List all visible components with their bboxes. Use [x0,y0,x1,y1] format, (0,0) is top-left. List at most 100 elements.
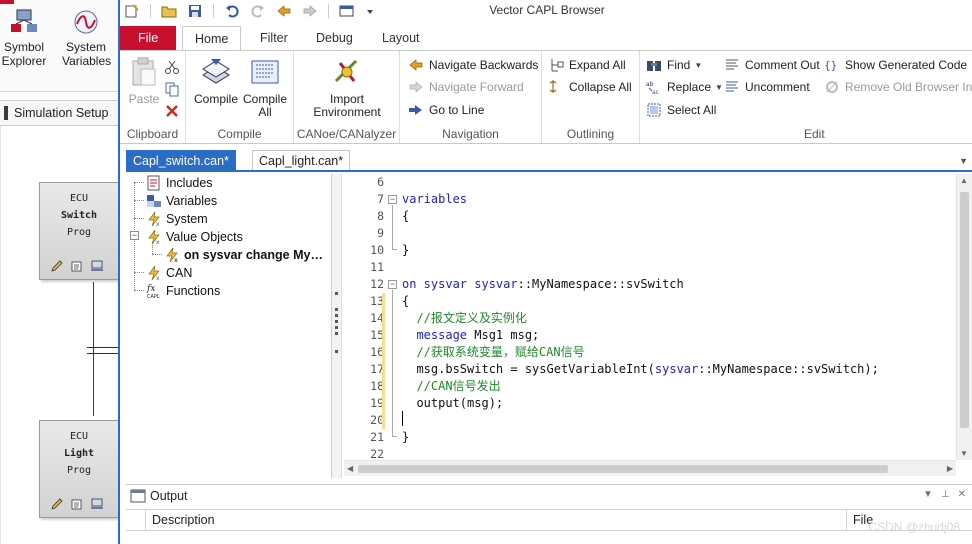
undo-icon[interactable] [224,3,240,19]
show-generated-code-button[interactable]: {} Show Generated Code [824,55,967,75]
uncomment-button[interactable]: Uncomment [724,77,810,97]
import-environment-button[interactable]: Import Environment [306,55,388,119]
line-number: 9 [377,226,384,240]
tree-item-functions[interactable]: fx CAPL Functions [146,282,220,300]
fold-end [392,249,397,250]
code-text: ::MyNamespace::svSwitch); [698,362,879,376]
line-number: 20 [370,413,384,427]
ecu-block-light[interactable]: ECU Light Prog [39,420,119,518]
comment-out-button[interactable]: Comment Out [724,55,820,75]
tab-list-dropdown-icon[interactable]: ▼ [959,156,968,166]
replace-button[interactable]: ab ac Replace ▼ [646,77,723,97]
tab-filter[interactable]: Filter [248,26,300,50]
replace-dropdown-icon[interactable]: ▼ [715,83,723,92]
compile-all-label-2: All [258,105,272,119]
code-line[interactable]: //获取系统变量，赋给CAN信号 [402,344,584,361]
close-icon[interactable]: ✕ [958,489,966,500]
scroll-thumb[interactable] [358,465,888,473]
code-line[interactable]: output(msg); [402,395,503,412]
go-to-line-button[interactable]: Go to Line [408,100,484,120]
output-menu-icon[interactable]: ▼ [923,489,933,500]
code-editor[interactable]: 6 7 8 9 10 11 12 13 14 15 16 17 18 19 20 21 22 − − varia… [344,174,972,461]
navigate-back-icon[interactable] [276,3,292,19]
fold-toggle-icon[interactable]: − [388,195,397,204]
tree-item-variables[interactable]: Variables [146,192,217,210]
navigate-forward-button[interactable]: Navigate Forward [408,77,524,97]
tree-item-can[interactable]: x CAN [146,264,192,282]
scroll-right-icon[interactable]: ▶ [947,464,953,473]
doc-tab-capl-switch[interactable]: Capl_switch.can* [126,150,236,170]
delete-button[interactable] [164,101,185,121]
column-description[interactable]: Description [126,510,215,530]
open-folder-icon[interactable] [161,3,177,19]
collapse-all-button[interactable]: Collapse All [548,77,632,97]
collapse-toggle-icon[interactable]: − [130,231,139,240]
expand-all-button[interactable]: Expand All [548,55,626,75]
output-title: Output [150,489,188,503]
scroll-down-icon[interactable]: ▼ [960,449,968,458]
tree-item-sysvar-handler[interactable]: x on sysvar change My… [164,246,323,264]
doc-tab-capl-light[interactable]: Capl_light.can* [252,150,351,170]
find-label: Find [667,58,691,72]
compile-button[interactable]: Compile [192,55,240,106]
tab-home[interactable]: Home [182,26,242,51]
remove-old-browser-info-button[interactable]: Remove Old Browser Info [824,77,972,97]
compile-all-button[interactable]: Compile All [242,55,288,119]
network-node-icon[interactable] [90,497,104,511]
edit-pencil-icon[interactable] [50,259,64,273]
scroll-left-icon[interactable]: ◀ [347,464,353,473]
new-file-icon[interactable] [124,3,140,19]
navigate-forward-icon[interactable] [302,3,318,19]
system-variables-button[interactable]: System Variables [62,8,111,68]
find-button[interactable]: Find ▼ [646,55,702,75]
code-line[interactable]: message Msg1 msg; [402,327,539,344]
edit-pencil-icon[interactable] [50,497,64,511]
editor-horizontal-scrollbar[interactable]: ◀ ▶ [344,460,956,476]
tab-layout[interactable]: Layout [370,26,432,50]
configure-icon[interactable] [70,259,84,273]
browser-window-icon[interactable] [339,3,355,19]
tree-item-includes[interactable]: Includes [146,174,213,192]
code-line[interactable]: variables [402,191,467,208]
fold-toggle-icon[interactable]: − [388,280,397,289]
code-line[interactable]: //报文定义及实例化 [402,310,526,327]
code-line[interactable]: } [402,242,409,259]
ecu-block-switch[interactable]: ECU Switch Prog [39,182,119,280]
splitter-grip-icon [335,308,338,311]
code-line[interactable]: on sysvar sysvar::MyNamespace::svSwitch [402,276,684,293]
save-icon[interactable] [187,3,203,19]
tab-debug[interactable]: Debug [304,26,365,50]
code-line[interactable]: } [402,429,409,446]
tree-item-system[interactable]: x System [146,210,208,228]
scroll-thumb[interactable] [960,192,969,428]
redo-icon[interactable] [250,3,266,19]
select-all-button[interactable]: Select All [646,100,716,120]
customize-toolbar-icon[interactable] [365,3,375,19]
symbol-explorer-button[interactable]: Symbol Explorer [0,8,48,68]
paste-label: Paste [128,92,160,106]
svg-text:fx: fx [146,284,155,294]
editor-vertical-scrollbar[interactable]: ▲ ▼ [956,174,972,460]
svg-text:CAPL: CAPL [147,294,160,299]
pane-splitter[interactable] [332,174,342,478]
cut-button[interactable] [164,57,185,77]
capl-browser-tree: − Includes Variables x System x Value Ob… [126,174,332,478]
tree-item-value-objects[interactable]: x Value Objects [146,228,243,246]
navigate-backwards-button[interactable]: Navigate Backwards [408,55,538,75]
code-line[interactable]: { [402,208,409,225]
paste-button[interactable]: Paste [124,55,164,106]
configure-icon[interactable] [70,497,84,511]
code-line[interactable]: //CAN信号发出 [402,378,500,395]
scroll-up-icon[interactable]: ▲ [960,176,968,185]
find-dropdown-icon[interactable]: ▼ [694,61,702,70]
output-window-buttons: ▼ ⊥ ✕ [923,489,966,500]
simulation-setup-tab[interactable]: Simulation Setup [0,100,120,126]
copy-button[interactable] [164,79,185,99]
pin-icon[interactable]: ⊥ [941,489,950,500]
replace-label: Replace [667,80,712,94]
code-line[interactable]: msg.bsSwitch = sysGetVariableInt(sysvar:… [402,361,879,378]
network-node-icon[interactable] [90,259,104,273]
remove-gear-icon [826,81,838,93]
tab-file[interactable]: File [120,26,176,50]
code-line[interactable]: { [402,293,409,310]
